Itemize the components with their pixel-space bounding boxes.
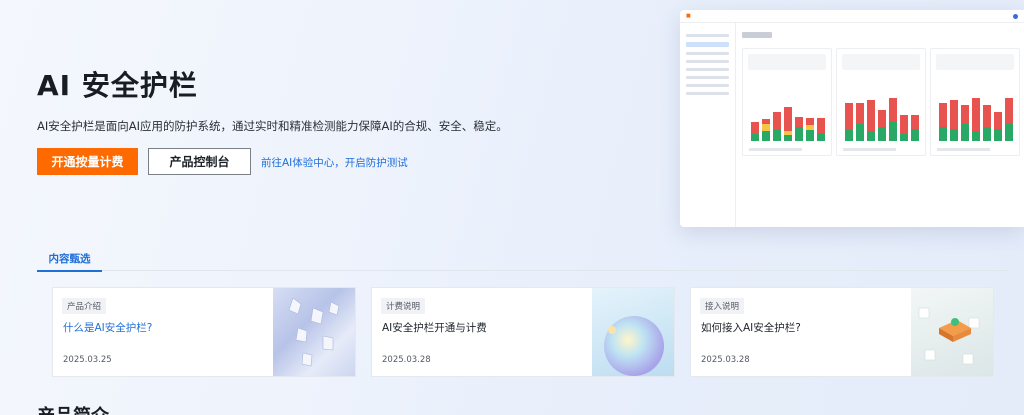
card-title[interactable]: AI安全护栏开通与计费 xyxy=(382,320,487,335)
preview-bar xyxy=(950,100,958,141)
card-date: 2025.03.28 xyxy=(701,355,750,365)
product-intro-title: 产品简介 xyxy=(37,402,109,415)
preview-bar xyxy=(806,118,814,141)
page-title: AI 安全护栏 xyxy=(37,69,198,102)
hero-section: AI 安全护栏 AI安全护栏是面向AI应用的防护系统，通过实时和精准检测能力保障… xyxy=(0,0,1024,240)
card-date: 2025.03.25 xyxy=(63,355,112,365)
preview-bar xyxy=(878,109,886,141)
preview-logo-icon: ■ xyxy=(686,13,691,19)
preview-bar xyxy=(1005,97,1013,141)
activate-billing-button[interactable]: 开通按量计费 xyxy=(37,148,138,175)
card-title[interactable]: 如何接入AI安全护栏? xyxy=(701,320,801,335)
card-tag: 接入说明 xyxy=(700,298,745,314)
tab-content-selection[interactable]: 内容甄选 xyxy=(37,246,102,272)
preview-bar xyxy=(889,97,897,141)
preview-bar xyxy=(939,102,947,141)
card-thumbnail-image xyxy=(911,288,993,376)
card-tag: 计费说明 xyxy=(381,298,426,314)
console-preview-image: ■ xyxy=(680,10,1024,227)
preview-bar xyxy=(845,102,853,141)
preview-bar xyxy=(972,97,980,141)
preview-bar xyxy=(773,112,781,141)
preview-bar xyxy=(856,102,864,141)
preview-sidebar xyxy=(680,23,736,227)
preview-bar xyxy=(983,105,991,141)
preview-bar xyxy=(994,112,1002,141)
preview-chart-card xyxy=(742,48,832,156)
card-thumbnail-image xyxy=(592,288,674,376)
card-tag: 产品介绍 xyxy=(62,298,107,314)
preview-bar xyxy=(795,117,803,141)
content-card[interactable]: 产品介绍 什么是AI安全护栏? 2025.03.25 xyxy=(52,287,356,377)
preview-bar xyxy=(817,118,825,141)
content-tabs: 内容甄选 xyxy=(37,246,1009,272)
preview-bar xyxy=(900,114,908,141)
preview-main xyxy=(742,30,1020,227)
card-thumbnail-image xyxy=(273,288,355,376)
preview-bar xyxy=(961,105,969,141)
preview-bar xyxy=(762,119,770,141)
hero-description: AI安全护栏是面向AI应用的防护系统，通过实时和精准检测能力保障AI的合规、安全… xyxy=(37,119,508,133)
preview-bar xyxy=(867,100,875,141)
card-date: 2025.03.28 xyxy=(382,355,431,365)
preview-bar xyxy=(784,107,792,141)
product-console-button[interactable]: 产品控制台 xyxy=(148,148,251,175)
preview-avatar-icon xyxy=(1013,13,1018,19)
ai-experience-center-link[interactable]: 前往AI体验中心，开启防护测试 xyxy=(261,155,408,170)
content-card[interactable]: 接入说明 如何接入AI安全护栏? 2025.03.28 xyxy=(690,287,994,377)
preview-chart-card xyxy=(930,48,1020,156)
content-card[interactable]: 计费说明 AI安全护栏开通与计费 2025.03.28 xyxy=(371,287,675,377)
preview-bar xyxy=(911,114,919,141)
preview-bar xyxy=(751,121,759,141)
preview-topbar: ■ xyxy=(680,10,1024,23)
preview-chart-card xyxy=(836,48,926,156)
card-title[interactable]: 什么是AI安全护栏? xyxy=(63,320,152,335)
